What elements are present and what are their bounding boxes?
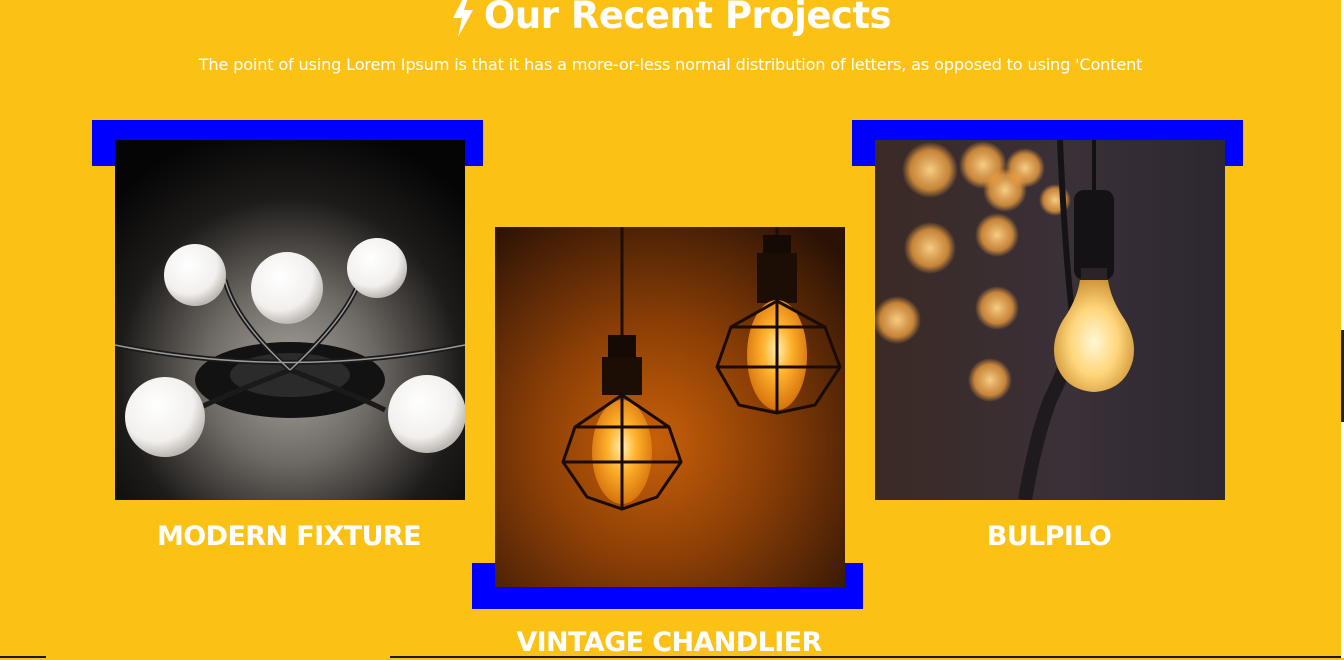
- project-image-bulpilo[interactable]: [875, 140, 1225, 500]
- project-image-vintage-chandlier[interactable]: [495, 227, 845, 587]
- project-title-bulpilo[interactable]: BULPILO: [839, 520, 1259, 554]
- lightning-bolt-icon: [452, 0, 473, 37]
- project-title-vintage-chandlier[interactable]: VINTAGE CHANDLIER: [459, 626, 879, 660]
- title-row: Our Recent Projects: [0, 0, 1341, 38]
- project-title-modern-fixture[interactable]: MODERN FIXTURE: [79, 520, 499, 554]
- section-title: Our Recent Projects: [483, 0, 892, 37]
- section-subtitle: The point of using Lorem Ipsum is that i…: [198, 55, 1143, 74]
- project-image-modern-fixture[interactable]: [115, 140, 465, 500]
